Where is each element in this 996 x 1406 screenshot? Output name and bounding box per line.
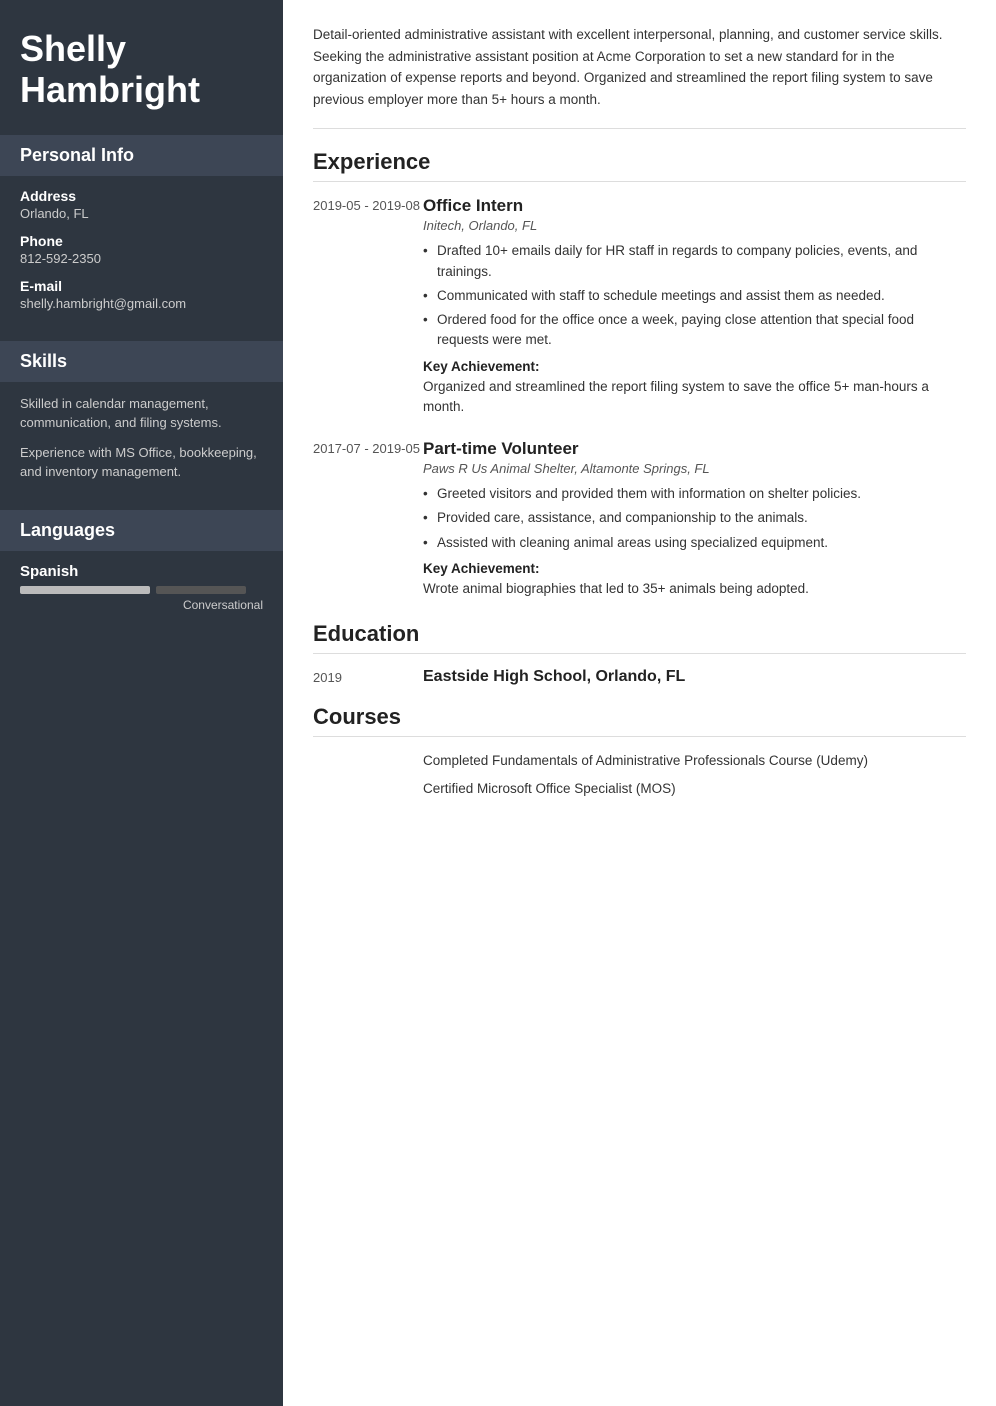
job-1-bullets: Drafted 10+ emails daily for HR staff in… xyxy=(423,241,966,350)
language-bar xyxy=(20,586,263,594)
skills-text-1: Skilled in calendar management, communic… xyxy=(20,394,263,433)
skills-body: Skilled in calendar management, communic… xyxy=(0,394,283,510)
job-entry-2: 2017-07 - 2019-05 Part-time Volunteer Pa… xyxy=(313,439,966,599)
course-spacer-2 xyxy=(313,779,423,799)
edu-year-1: 2019 xyxy=(313,668,423,686)
phone-value: 812-592-2350 xyxy=(20,251,263,266)
courses-section: Courses Completed Fundamentals of Admini… xyxy=(313,704,966,800)
education-title: Education xyxy=(313,621,966,654)
job-2-bullet-1: Greeted visitors and provided them with … xyxy=(423,484,966,504)
job-2-dates: 2017-07 - 2019-05 xyxy=(313,439,423,599)
language-bar-empty xyxy=(156,586,246,594)
sidebar-name-block: Shelly Hambright xyxy=(0,0,283,135)
course-entry-2: Certified Microsoft Office Specialist (M… xyxy=(313,779,966,799)
language-bar-filled xyxy=(20,586,150,594)
job-2-bullets: Greeted visitors and provided them with … xyxy=(423,484,966,553)
main-content: Detail-oriented administrative assistant… xyxy=(283,0,996,1406)
course-spacer-1 xyxy=(313,751,423,771)
sidebar: Shelly Hambright Personal Info Address O… xyxy=(0,0,283,1406)
language-name: Spanish xyxy=(20,563,263,580)
course-text-1: Completed Fundamentals of Administrative… xyxy=(423,751,868,771)
languages-body: Spanish Conversational xyxy=(0,563,283,630)
address-value: Orlando, FL xyxy=(20,206,263,221)
job-2-achievement-label: Key Achievement: xyxy=(423,561,966,576)
course-entry-1: Completed Fundamentals of Administrative… xyxy=(313,751,966,771)
job-1-dates: 2019-05 - 2019-08 xyxy=(313,196,423,417)
languages-header: Languages xyxy=(0,510,283,551)
languages-section: Languages Spanish Conversational xyxy=(0,510,283,630)
email-value: shelly.hambright@gmail.com xyxy=(20,296,263,311)
job-1-bullet-3: Ordered food for the office once a week,… xyxy=(423,310,966,351)
course-text-2: Certified Microsoft Office Specialist (M… xyxy=(423,779,676,799)
job-1-bullet-2: Communicated with staff to schedule meet… xyxy=(423,286,966,306)
job-1-content: Office Intern Initech, Orlando, FL Draft… xyxy=(423,196,966,417)
personal-info-section: Personal Info Address Orlando, FL Phone … xyxy=(0,135,283,341)
job-2-company: Paws R Us Animal Shelter, Altamonte Spri… xyxy=(423,461,966,476)
courses-title: Courses xyxy=(313,704,966,737)
job-entry-1: 2019-05 - 2019-08 Office Intern Initech,… xyxy=(313,196,966,417)
job-1-achievement-text: Organized and streamlined the report fil… xyxy=(423,377,966,418)
job-1-title: Office Intern xyxy=(423,196,966,216)
job-2-achievement-text: Wrote animal biographies that led to 35+… xyxy=(423,579,966,599)
skills-header: Skills xyxy=(0,341,283,382)
skills-section: Skills Skilled in calendar management, c… xyxy=(0,341,283,510)
personal-info-body: Address Orlando, FL Phone 812-592-2350 E… xyxy=(0,188,283,341)
personal-info-header: Personal Info xyxy=(0,135,283,176)
job-1-company: Initech, Orlando, FL xyxy=(423,218,966,233)
experience-section: Experience 2019-05 - 2019-08 Office Inte… xyxy=(313,149,966,599)
summary-text: Detail-oriented administrative assistant… xyxy=(313,24,966,129)
address-label: Address xyxy=(20,188,263,204)
language-level: Conversational xyxy=(20,598,263,612)
experience-title: Experience xyxy=(313,149,966,182)
skills-text-2: Experience with MS Office, bookkeeping, … xyxy=(20,443,263,482)
job-2-title: Part-time Volunteer xyxy=(423,439,966,459)
job-1-bullet-1: Drafted 10+ emails daily for HR staff in… xyxy=(423,241,966,282)
resume-container: Shelly Hambright Personal Info Address O… xyxy=(0,0,996,1406)
job-1-achievement-label: Key Achievement: xyxy=(423,359,966,374)
edu-entry-1: 2019 Eastside High School, Orlando, FL xyxy=(313,668,966,686)
job-2-bullet-3: Assisted with cleaning animal areas usin… xyxy=(423,533,966,553)
candidate-name: Shelly Hambright xyxy=(20,28,263,111)
education-section: Education 2019 Eastside High School, Orl… xyxy=(313,621,966,686)
email-label: E-mail xyxy=(20,278,263,294)
job-2-bullet-2: Provided care, assistance, and companion… xyxy=(423,508,966,528)
edu-school-1: Eastside High School, Orlando, FL xyxy=(423,668,685,686)
phone-label: Phone xyxy=(20,233,263,249)
job-2-content: Part-time Volunteer Paws R Us Animal She… xyxy=(423,439,966,599)
